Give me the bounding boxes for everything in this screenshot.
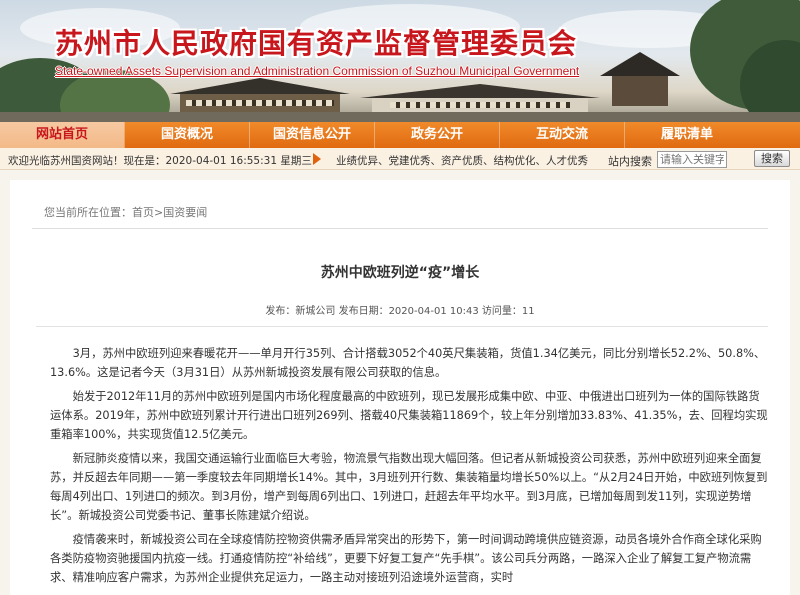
article-paragraph: 新冠肺炎疫情以来，我国交通运输行业面临巨大考验，物流景气指数出现大幅回落。但记者… — [50, 452, 768, 522]
wall-roof — [360, 84, 600, 98]
article-title: 苏州中欧班列逆“疫”增长 — [320, 265, 480, 281]
breadcrumb: 您当前所在位置：首页>国资要闻 — [44, 204, 207, 220]
slogan-text: 业绩优异、党建优秀、资产优质、结构优化、人才优秀 — [336, 155, 588, 167]
site-subtitle: State-owned Assets Supervision and Admin… — [55, 64, 580, 78]
nav-item-overview[interactable]: 国资概况 — [125, 122, 249, 148]
info-bar: 欢迎光临苏州国资网站！现在是：2020-04-01 16:55:31 星期三 业… — [0, 148, 800, 170]
hall-roof — [170, 78, 350, 94]
nav-item-info-disclosure[interactable]: 国资信息公开 — [250, 122, 374, 148]
search-button[interactable]: 搜索 — [754, 150, 790, 167]
search-input[interactable] — [657, 151, 727, 168]
nav-item-duty-list[interactable]: 履职清单 — [625, 122, 749, 148]
banner-ground — [0, 112, 800, 122]
nav-item-home[interactable]: 网站首页 — [0, 122, 124, 148]
welcome-text: 欢迎光临苏州国资网站！现在是：2020-04-01 16:55:31 星期三 — [8, 155, 312, 167]
site-title: 苏州市人民政府国有资产监督管理委员会 — [55, 27, 578, 60]
page: 苏州市人民政府国有资产监督管理委员会 State-owned Assets Su… — [0, 0, 800, 595]
main-nav: 网站首页 国资概况 国资信息公开 政务公开 互动交流 履职清单 — [0, 122, 800, 148]
arrow-right-icon — [313, 153, 321, 165]
wall-windows — [390, 102, 570, 108]
breadcrumb-path[interactable]: 首页>国资要闻 — [132, 206, 207, 219]
pavilion-roof — [600, 52, 680, 76]
nav-item-gov-affairs[interactable]: 政务公开 — [375, 122, 499, 148]
divider — [36, 326, 768, 327]
article-panel: 您当前所在位置：首页>国资要闻 苏州中欧班列逆“疫”增长 发布：新城公司 发布日… — [10, 180, 790, 595]
article-paragraph: 始发于2012年11月的苏州中欧班列是国内市场化程度最高的中欧班列，现已发展形成… — [50, 390, 768, 441]
article-meta: 发布：新城公司 发布日期：2020-04-01 10:43 访问量：11 — [265, 306, 535, 317]
header-banner: 苏州市人民政府国有资产监督管理委员会 State-owned Assets Su… — [0, 0, 800, 122]
article-body: 3月，苏州中欧班列迎来春暖花开——单月开行35列、合计搭载3052个40英尺集装… — [50, 344, 770, 592]
pavilion-body — [612, 76, 668, 106]
nav-item-interaction[interactable]: 互动交流 — [500, 122, 624, 148]
divider — [32, 228, 768, 229]
hall-windows — [186, 100, 334, 106]
site-search-label: 站内搜索 — [608, 155, 652, 168]
article-paragraph: 3月，苏州中欧班列迎来春暖花开——单月开行35列、合计搭载3052个40英尺集装… — [50, 347, 766, 379]
article-paragraph: 疫情袭来时，新城投资公司在全球疫情防控物资供需矛盾异常突出的形势下，第一时间调动… — [50, 533, 762, 584]
breadcrumb-prefix: 您当前所在位置： — [44, 206, 132, 219]
